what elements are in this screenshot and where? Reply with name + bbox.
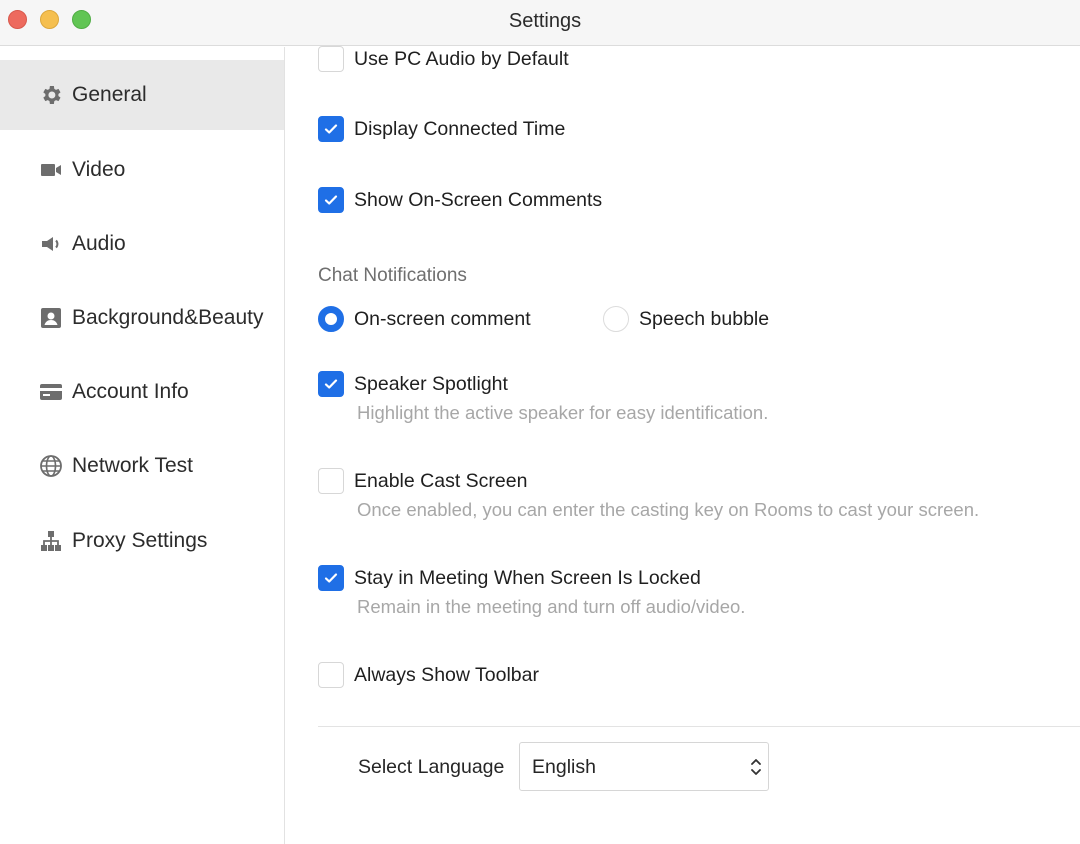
sidebar-item-general[interactable]: General xyxy=(0,60,284,130)
sidebar-item-label: Proxy Settings xyxy=(72,529,208,552)
show-onscreen-comments-option[interactable]: Show On-Screen Comments xyxy=(318,187,602,213)
speaker-spotlight-option[interactable]: Speaker Spotlight xyxy=(318,371,508,397)
speaker-spotlight-description: Highlight the active speaker for easy id… xyxy=(357,402,769,423)
show-onscreen-comments-label: Show On-Screen Comments xyxy=(354,188,603,211)
portrait-icon xyxy=(38,305,64,331)
language-select-value: English xyxy=(532,756,596,778)
stay-in-meeting-checkbox[interactable] xyxy=(318,565,344,591)
display-connected-time-label: Display Connected Time xyxy=(354,117,566,140)
sidebar-item-label: Background&Beauty xyxy=(72,306,264,329)
sidebar-item-label: Network Test xyxy=(72,454,193,477)
sidebar-item-label: Video xyxy=(72,158,126,181)
sidebar-item-background-beauty[interactable]: Background&Beauty xyxy=(0,283,284,353)
use-pc-audio-checkbox[interactable] xyxy=(318,46,344,72)
section-divider xyxy=(318,726,1080,727)
video-camera-icon xyxy=(38,157,64,183)
speech-bubble-label: Speech bubble xyxy=(639,307,770,330)
select-language-label: Select Language xyxy=(358,756,505,778)
enable-cast-screen-checkbox[interactable] xyxy=(318,468,344,494)
language-select[interactable]: English xyxy=(519,742,769,791)
sidebar-item-audio[interactable]: Audio xyxy=(0,209,284,279)
use-pc-audio-option[interactable]: Use PC Audio by Default xyxy=(318,46,569,72)
display-connected-time-option[interactable]: Display Connected Time xyxy=(318,116,565,142)
chat-notifications-heading: Chat Notifications xyxy=(318,265,467,286)
settings-sidebar: General Video Audio Background&Beauty Ac… xyxy=(0,47,285,844)
always-show-toolbar-label: Always Show Toolbar xyxy=(354,663,539,686)
globe-icon xyxy=(38,453,64,479)
show-onscreen-comments-checkbox[interactable] xyxy=(318,187,344,213)
checkmark-icon xyxy=(324,379,338,389)
sidebar-item-proxy-settings[interactable]: Proxy Settings xyxy=(0,506,284,576)
general-settings-panel: Use PC Audio by Default Display Connecte… xyxy=(286,46,1080,844)
onscreen-comment-radio[interactable] xyxy=(318,306,344,332)
checkmark-icon xyxy=(324,195,338,205)
speech-bubble-radio[interactable] xyxy=(603,306,629,332)
checkmark-icon xyxy=(324,573,338,583)
onscreen-comment-label: On-screen comment xyxy=(354,307,531,330)
enable-cast-screen-description: Once enabled, you can enter the casting … xyxy=(357,499,980,520)
enable-cast-screen-option[interactable]: Enable Cast Screen xyxy=(318,468,527,494)
display-connected-time-checkbox[interactable] xyxy=(318,116,344,142)
updown-chevron-icon xyxy=(751,759,761,775)
enable-cast-screen-label: Enable Cast Screen xyxy=(354,469,528,492)
window-title: Settings xyxy=(508,10,582,32)
sidebar-item-account-info[interactable]: Account Info xyxy=(0,357,284,427)
stay-in-meeting-option[interactable]: Stay in Meeting When Screen Is Locked xyxy=(318,565,701,591)
sidebar-item-label: Audio xyxy=(72,232,126,255)
sidebar-item-video[interactable]: Video xyxy=(0,135,284,205)
sidebar-item-label: General xyxy=(72,83,147,106)
stay-in-meeting-label: Stay in Meeting When Screen Is Locked xyxy=(354,566,701,589)
speaker-spotlight-checkbox[interactable] xyxy=(318,371,344,397)
always-show-toolbar-option[interactable]: Always Show Toolbar xyxy=(318,662,539,688)
sidebar-item-network-test[interactable]: Network Test xyxy=(0,431,284,501)
stay-in-meeting-description: Remain in the meeting and turn off audio… xyxy=(357,596,746,617)
speech-bubble-radio-option[interactable]: Speech bubble xyxy=(603,306,769,332)
speaker-spotlight-label: Speaker Spotlight xyxy=(354,372,508,395)
onscreen-comment-radio-option[interactable]: On-screen comment xyxy=(318,306,531,332)
gear-icon xyxy=(38,82,64,108)
checkmark-icon xyxy=(324,124,338,134)
title-bar: Settings xyxy=(0,0,1080,46)
card-icon xyxy=(38,379,64,405)
speaker-icon xyxy=(38,231,64,257)
always-show-toolbar-checkbox[interactable] xyxy=(318,662,344,688)
sidebar-item-label: Account Info xyxy=(72,380,189,403)
network-tree-icon xyxy=(38,528,64,554)
use-pc-audio-label: Use PC Audio by Default xyxy=(354,47,569,70)
